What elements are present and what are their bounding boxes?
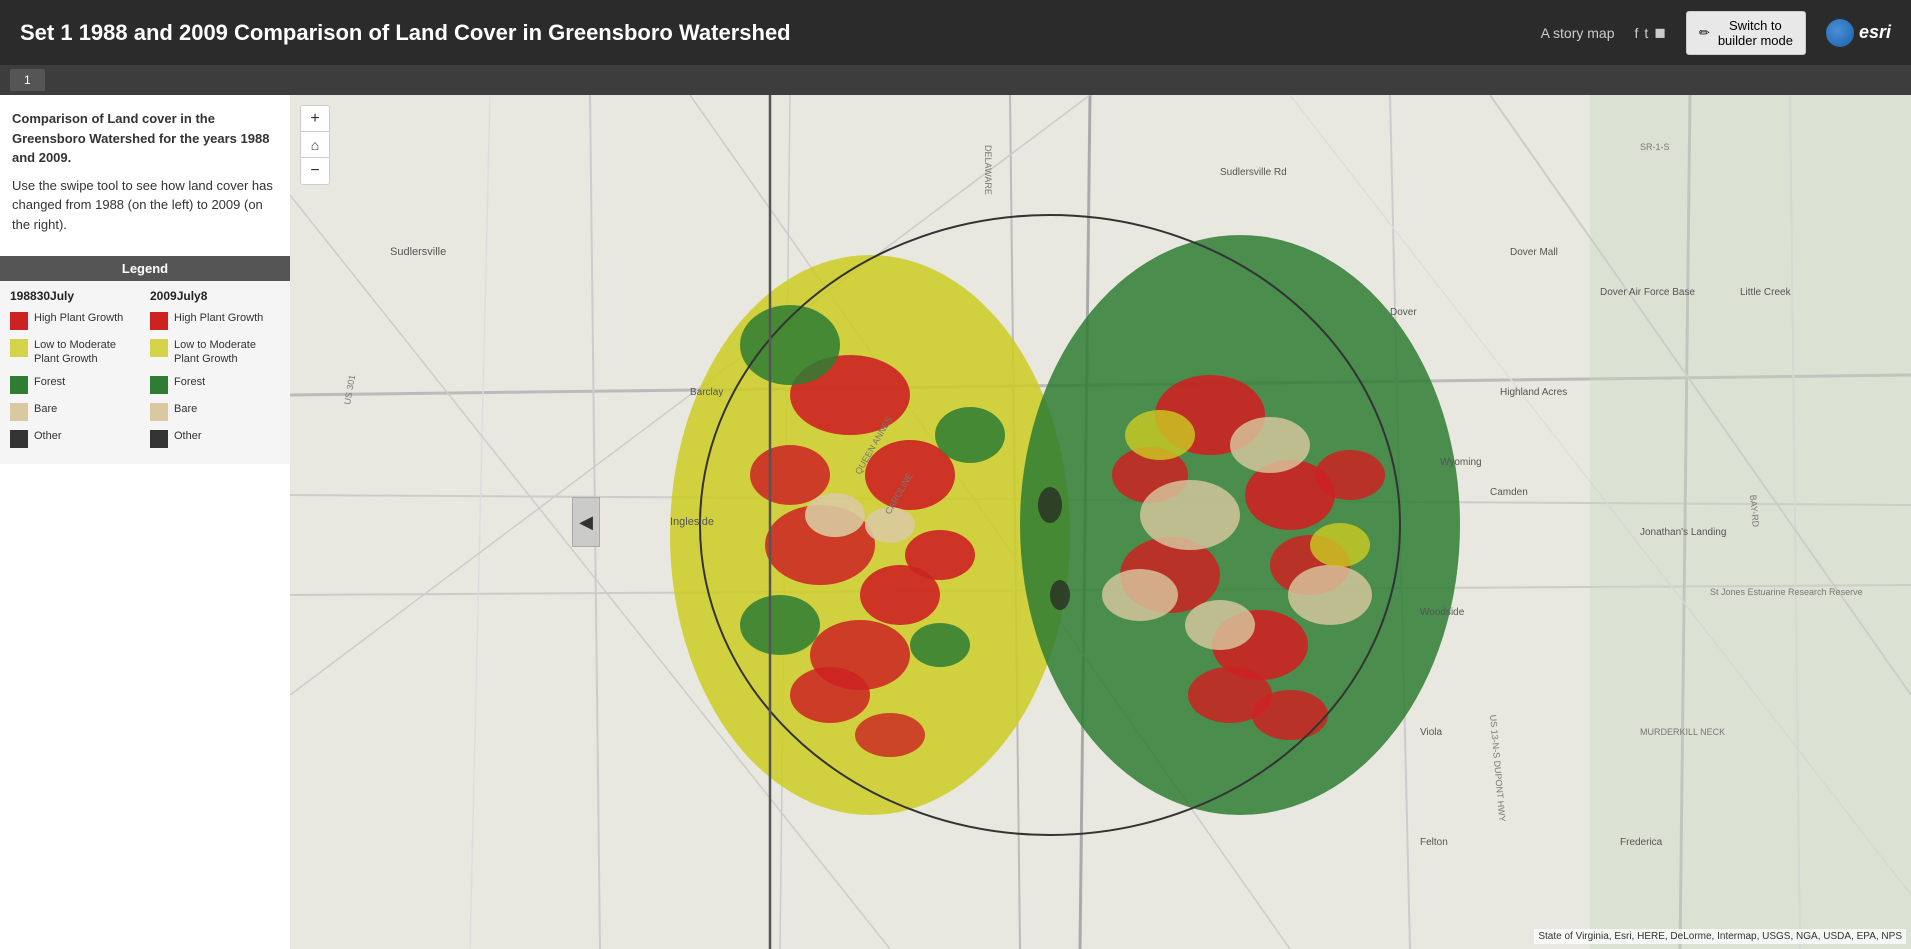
legend-item-high-growth-2009: High Plant Growth — [150, 311, 280, 330]
other-label-2009: Other — [174, 429, 202, 443]
legend-item-forest-1988: Forest — [10, 375, 140, 394]
other-swatch-1988 — [10, 430, 28, 448]
builder-mode-label: Switch to builder mode — [1718, 18, 1793, 48]
esri-globe-icon — [1826, 19, 1854, 47]
legend-col2-title: 2009July8 — [150, 289, 280, 303]
zoom-out-button[interactable]: − — [301, 158, 329, 184]
svg-text:Frederica: Frederica — [1620, 837, 1663, 848]
esri-text: esri — [1859, 22, 1891, 43]
legend-item-other-1988: Other — [10, 429, 140, 448]
low-growth-label-2009: Low to Moderate Plant Growth — [174, 338, 280, 367]
legend-item-low-growth-2009: Low to Moderate Plant Growth — [150, 338, 280, 367]
forest-swatch-2009 — [150, 376, 168, 394]
zoom-in-button[interactable]: + — [301, 106, 329, 132]
legend-col-1988: 198830July High Plant Growth Low to Mode… — [10, 289, 140, 456]
forest-label-2009: Forest — [174, 375, 205, 389]
other-swatch-2009 — [150, 430, 168, 448]
legend-col1-title: 198830July — [10, 289, 140, 303]
left-panel: Comparison of Land cover in the Greensbo… — [0, 95, 290, 949]
app-header: Set 1 1988 and 2009 Comparison of Land C… — [0, 0, 1911, 65]
svg-text:Camden: Camden — [1490, 487, 1528, 498]
map-area[interactable]: Sudlersville Barclay Ingleside US 301 DE… — [290, 95, 1911, 949]
twitter-icon[interactable]: t — [1644, 25, 1648, 41]
svg-text:Dover: Dover — [1390, 307, 1417, 318]
description-body: Use the swipe tool to see how land cover… — [12, 176, 278, 235]
legend-item-forest-2009: Forest — [150, 375, 280, 394]
bare-label-1988: Bare — [34, 402, 57, 416]
svg-text:Jonathan's Landing: Jonathan's Landing — [1640, 527, 1726, 538]
svg-text:Dover Air Force Base: Dover Air Force Base — [1600, 287, 1695, 298]
high-growth-label-1988: High Plant Growth — [34, 311, 123, 325]
swipe-handle[interactable]: ◀ — [572, 497, 600, 547]
app-title: Set 1 1988 and 2009 Comparison of Land C… — [20, 20, 791, 46]
legend-col-2009: 2009July8 High Plant Growth Low to Moder… — [150, 289, 280, 456]
share-icon[interactable]: ◼ — [1654, 24, 1666, 41]
legend-item-other-2009: Other — [150, 429, 280, 448]
forest-label-1988: Forest — [34, 375, 65, 389]
svg-text:Ingleside: Ingleside — [670, 516, 714, 528]
legend-panel: Legend 198830July High Plant Growth Low … — [0, 256, 290, 464]
svg-text:SR-1-S: SR-1-S — [1640, 142, 1670, 152]
svg-text:MURDERKILL NECK: MURDERKILL NECK — [1640, 727, 1725, 737]
svg-text:Highland Acres: Highland Acres — [1500, 387, 1567, 398]
svg-text:Viola: Viola — [1420, 727, 1442, 738]
pencil-icon: ✏ — [1699, 25, 1710, 41]
bare-swatch-1988 — [10, 403, 28, 421]
tab-1[interactable]: 1 — [10, 69, 45, 91]
legend-item-bare-1988: Bare — [10, 402, 140, 421]
legend-content: 198830July High Plant Growth Low to Mode… — [0, 281, 290, 464]
map-svg: Sudlersville Barclay Ingleside US 301 DE… — [290, 95, 1911, 949]
svg-text:Sudlersville Rd: Sudlersville Rd — [1220, 167, 1287, 178]
svg-text:Woodside: Woodside — [1420, 607, 1465, 618]
high-growth-swatch-2009 — [150, 312, 168, 330]
bare-swatch-2009 — [150, 403, 168, 421]
svg-text:Wyoming: Wyoming — [1440, 457, 1482, 468]
legend-item-high-growth-1988: High Plant Growth — [10, 311, 140, 330]
forest-swatch-1988 — [10, 376, 28, 394]
legend-item-bare-2009: Bare — [150, 402, 280, 421]
legend-title: Legend — [0, 256, 290, 281]
svg-text:St Jones Estuarine Research Re: St Jones Estuarine Research Reserve — [1710, 587, 1863, 597]
svg-text:Barclay: Barclay — [690, 387, 723, 398]
builder-mode-button[interactable]: ✏ Switch to builder mode — [1686, 11, 1806, 55]
low-growth-swatch-2009 — [150, 339, 168, 357]
story-map-label: A story map — [1541, 25, 1615, 41]
low-growth-label-1988: Low to Moderate Plant Growth — [34, 338, 140, 367]
svg-text:Felton: Felton — [1420, 837, 1448, 848]
description-panel: Comparison of Land cover in the Greensbo… — [0, 95, 290, 256]
other-label-1988: Other — [34, 429, 62, 443]
main-content: Comparison of Land cover in the Greensbo… — [0, 95, 1911, 949]
svg-text:DELAWARE: DELAWARE — [983, 145, 993, 195]
map-attribution: State of Virginia, Esri, HERE, DeLorme, … — [1534, 929, 1906, 944]
home-button[interactable]: ⌂ — [301, 132, 329, 158]
high-growth-swatch-1988 — [10, 312, 28, 330]
legend-columns: 198830July High Plant Growth Low to Mode… — [10, 289, 280, 456]
legend-item-low-growth-1988: Low to Moderate Plant Growth — [10, 338, 140, 367]
svg-text:Little Creek: Little Creek — [1740, 287, 1792, 298]
high-growth-label-2009: High Plant Growth — [174, 311, 263, 325]
tab-bar: 1 — [0, 65, 1911, 95]
facebook-icon[interactable]: f — [1635, 25, 1639, 41]
svg-text:Sudlersville: Sudlersville — [390, 246, 446, 258]
social-icons: f t ◼ — [1635, 24, 1666, 41]
zoom-controls: + ⌂ − — [300, 105, 330, 185]
svg-text:Dover Mall: Dover Mall — [1510, 247, 1558, 258]
esri-logo: esri — [1826, 19, 1891, 47]
bare-label-2009: Bare — [174, 402, 197, 416]
description-heading: Comparison of Land cover in the Greensbo… — [12, 111, 269, 165]
low-growth-swatch-1988 — [10, 339, 28, 357]
header-right: A story map f t ◼ ✏ Switch to builder mo… — [1541, 11, 1891, 55]
